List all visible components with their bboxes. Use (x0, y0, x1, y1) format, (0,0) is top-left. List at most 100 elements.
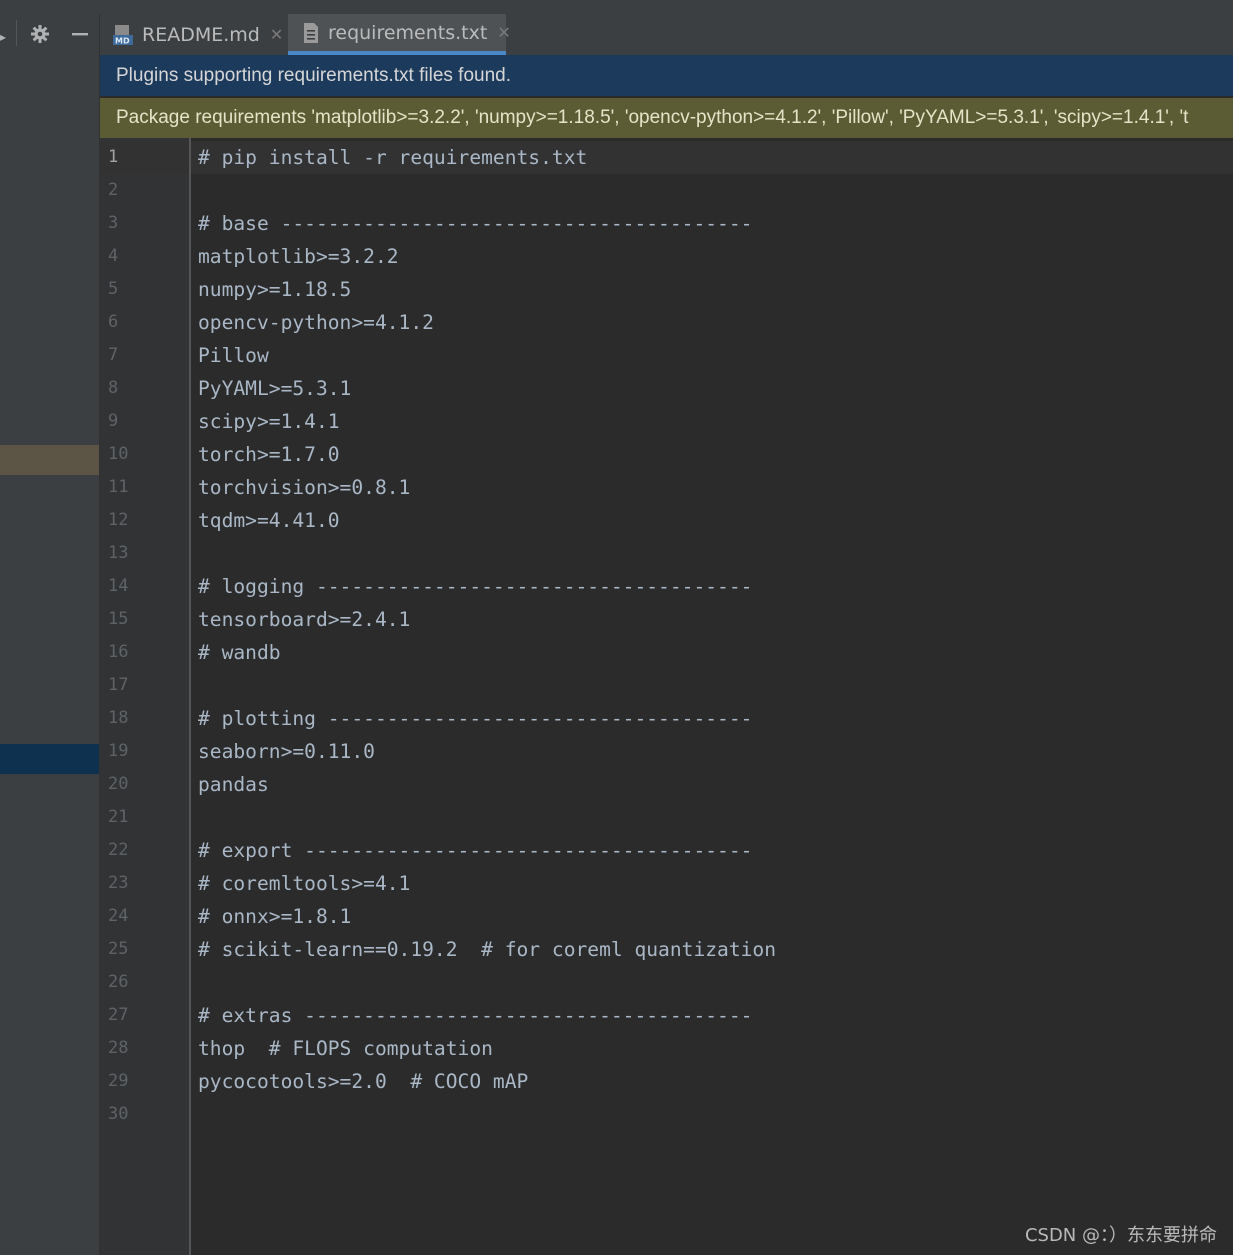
line-number: 6 (108, 312, 119, 332)
code-text[interactable]: # onnx>=1.8.1 (198, 900, 351, 933)
markdown-file-icon: MD (112, 24, 134, 46)
code-line[interactable]: 6 opencv-python>=4.1.2 (0, 306, 1233, 339)
code-line[interactable]: 27 # extras -----------------------------… (0, 999, 1233, 1032)
code-line[interactable]: 1 # pip install -r requirements.txt (0, 141, 1233, 174)
code-text[interactable]: # export -------------------------------… (198, 834, 752, 867)
code-text[interactable]: # logging ------------------------------… (198, 570, 752, 603)
line-number: 17 (108, 675, 129, 695)
line-number: 1 (108, 147, 119, 167)
code-line[interactable]: 20 pandas (0, 768, 1233, 801)
code-line[interactable]: 29 pycocotools>=2.0 # COCO mAP (0, 1065, 1233, 1098)
tab-readme[interactable]: MD README.md ✕ (112, 14, 288, 55)
title-strip (0, 0, 1233, 15)
code-line[interactable]: 23 # coremltools>=4.1 (0, 867, 1233, 900)
line-number: 5 (108, 279, 119, 299)
code-line[interactable]: 8 PyYAML>=5.3.1 (0, 372, 1233, 405)
tab-label: README.md (142, 23, 260, 46)
code-line[interactable]: 15 tensorboard>=2.4.1 (0, 603, 1233, 636)
text-file-icon (302, 22, 320, 44)
line-number: 26 (108, 972, 129, 992)
code-text[interactable]: tensorboard>=2.4.1 (198, 603, 410, 636)
project-panel-toolbar: ▸ (0, 14, 99, 54)
tab-label: requirements.txt (328, 21, 488, 44)
code-text[interactable]: PyYAML>=5.3.1 (198, 372, 351, 405)
line-number: 11 (108, 477, 129, 497)
code-text[interactable]: matplotlib>=3.2.2 (198, 240, 399, 273)
code-line[interactable]: 5 numpy>=1.18.5 (0, 273, 1233, 306)
code-line[interactable]: 13 (0, 537, 1233, 570)
code-text[interactable]: opencv-python>=4.1.2 (198, 306, 434, 339)
code-text[interactable]: pycocotools>=2.0 # COCO mAP (198, 1065, 528, 1098)
code-line[interactable]: 4 matplotlib>=3.2.2 (0, 240, 1233, 273)
line-number: 9 (108, 411, 119, 431)
code-text[interactable]: torch>=1.7.0 (198, 438, 340, 471)
line-number: 21 (108, 807, 129, 827)
code-line[interactable]: 12 tqdm>=4.41.0 (0, 504, 1233, 537)
packages-banner-text: Package requirements 'matplotlib>=3.2.2'… (116, 107, 1189, 128)
code-text[interactable]: # coremltools>=4.1 (198, 867, 410, 900)
code-line[interactable]: 11 torchvision>=0.8.1 (0, 471, 1233, 504)
code-text[interactable]: # scikit-learn==0.19.2 # for coreml quan… (198, 933, 776, 966)
code-line[interactable]: 14 # logging ----------------------------… (0, 570, 1233, 603)
code-line[interactable]: 26 (0, 966, 1233, 999)
code-line[interactable]: 22 # export -----------------------------… (0, 834, 1233, 867)
line-number: 30 (108, 1104, 129, 1124)
line-number: 24 (108, 906, 129, 926)
code-line[interactable]: 19 seaborn>=0.11.0 (0, 735, 1233, 768)
collapse-arrow-icon[interactable]: ▸ (0, 30, 6, 44)
close-icon[interactable]: ✕ (497, 23, 510, 42)
line-number: 4 (108, 246, 119, 266)
code-line[interactable]: 10 torch>=1.7.0 (0, 438, 1233, 471)
gear-icon[interactable] (28, 22, 52, 46)
code-line[interactable]: 9 scipy>=1.4.1 (0, 405, 1233, 438)
code-line[interactable]: 7 Pillow (0, 339, 1233, 372)
toolbar-separator (16, 20, 17, 46)
line-number: 3 (108, 213, 119, 233)
line-number: 23 (108, 873, 129, 893)
code-text[interactable]: scipy>=1.4.1 (198, 405, 340, 438)
code-text[interactable]: # plotting -----------------------------… (198, 702, 752, 735)
code-text[interactable]: # wandb (198, 636, 281, 669)
line-number: 13 (108, 543, 129, 563)
code-line[interactable]: 21 (0, 801, 1233, 834)
code-line[interactable]: 16 # wandb (0, 636, 1233, 669)
code-text[interactable]: numpy>=1.18.5 (198, 273, 351, 306)
code-text[interactable]: torchvision>=0.8.1 (198, 471, 410, 504)
close-icon[interactable]: ✕ (270, 25, 283, 44)
code-line[interactable]: 24 # onnx>=1.8.1 (0, 900, 1233, 933)
code-line[interactable]: 30 (0, 1098, 1233, 1131)
line-number: 15 (108, 609, 129, 629)
code-text[interactable]: thop # FLOPS computation (198, 1032, 493, 1065)
line-number: 2 (108, 180, 119, 200)
line-number: 8 (108, 378, 119, 398)
code-text[interactable]: # base ---------------------------------… (198, 207, 752, 240)
minimize-icon[interactable] (68, 22, 92, 46)
line-number: 19 (108, 741, 129, 761)
line-number: 14 (108, 576, 129, 596)
tab-requirements[interactable]: requirements.txt ✕ (288, 14, 511, 55)
code-line[interactable]: 2 (0, 174, 1233, 207)
line-number: 20 (108, 774, 129, 794)
line-number: 12 (108, 510, 129, 530)
code-text[interactable]: Pillow (198, 339, 269, 372)
line-number: 25 (108, 939, 129, 959)
line-number: 18 (108, 708, 129, 728)
plugins-notification-banner[interactable]: Plugins supporting requirements.txt file… (100, 55, 1233, 97)
ide-window: ▸ MD README.md ✕ requirements.txt ✕ Plug… (0, 0, 1233, 1255)
code-text[interactable]: seaborn>=0.11.0 (198, 735, 375, 768)
code-line[interactable]: 3 # base --------------------------------… (0, 207, 1233, 240)
code-text[interactable]: tqdm>=4.41.0 (198, 504, 340, 537)
code-line[interactable]: 18 # plotting ---------------------------… (0, 702, 1233, 735)
line-number: 16 (108, 642, 129, 662)
code-text[interactable]: # extras -------------------------------… (198, 999, 752, 1032)
code-text[interactable]: # pip install -r requirements.txt (198, 141, 587, 174)
code-text[interactable]: pandas (198, 768, 269, 801)
code-line[interactable]: 28 thop # FLOPS computation (0, 1032, 1233, 1065)
code-line[interactable]: 25 # scikit-learn==0.19.2 # for coreml qu… (0, 933, 1233, 966)
package-requirements-banner[interactable]: Package requirements 'matplotlib>=3.2.2'… (100, 98, 1233, 138)
line-number: 27 (108, 1005, 129, 1025)
svg-text:MD: MD (115, 36, 130, 45)
plugins-banner-text: Plugins supporting requirements.txt file… (116, 64, 511, 86)
editor-tab-bar: MD README.md ✕ requirements.txt ✕ (100, 14, 1233, 56)
code-line[interactable]: 17 (0, 669, 1233, 702)
